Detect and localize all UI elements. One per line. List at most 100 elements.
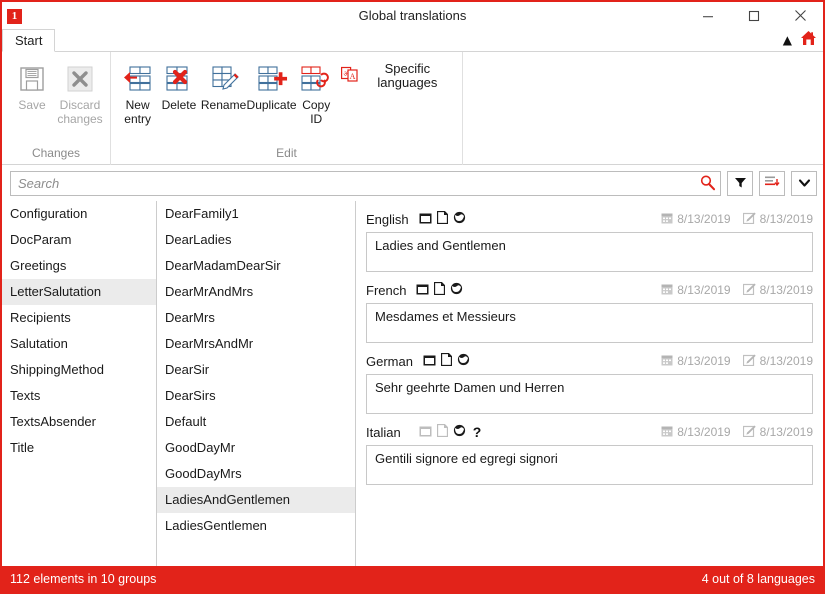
rename-icon — [207, 61, 241, 97]
calendar-icon — [661, 354, 673, 369]
new-entry-icon — [121, 61, 155, 97]
document-icon[interactable] — [436, 210, 448, 227]
created-date: 8/13/2019 — [677, 212, 731, 226]
group-list-item[interactable]: Recipients — [2, 305, 156, 331]
language-value-input[interactable]: Mesdames et Messieurs — [366, 303, 813, 343]
window-icon[interactable] — [416, 283, 429, 298]
modified-date: 8/13/2019 — [759, 354, 813, 368]
language-meta: 8/13/2019 8/13/2019 — [661, 212, 813, 227]
minimize-icon — [703, 15, 713, 17]
document-icon[interactable] — [434, 281, 446, 298]
group-list-item[interactable]: Texts — [2, 383, 156, 409]
globe-icon[interactable] — [450, 282, 463, 298]
language-header: German 8/13/2019 8/13/2019 — [366, 351, 813, 371]
group-list-item[interactable]: DocParam — [2, 227, 156, 253]
delete-button[interactable]: Delete — [158, 58, 199, 112]
entry-list-item[interactable]: DearSir — [157, 357, 355, 383]
created-date: 8/13/2019 — [677, 354, 731, 368]
window-icon[interactable] — [423, 354, 436, 369]
search-input[interactable] — [18, 173, 699, 194]
window-icon[interactable] — [419, 425, 432, 440]
entries-list[interactable]: DearFamily1 DearLadies DearMadamDearSir … — [157, 201, 356, 566]
language-name: German — [366, 353, 413, 369]
search-box[interactable] — [10, 171, 721, 196]
new-entry-button-label: New entry — [124, 98, 151, 126]
status-right-text: 4 out of 8 languages — [701, 572, 815, 586]
group-list-item[interactable]: Title — [2, 435, 156, 461]
duplicate-button[interactable]: Duplicate — [246, 58, 297, 112]
copy-id-button[interactable]: Copy ID — [296, 58, 337, 126]
entry-list-item[interactable]: GoodDayMr — [157, 435, 355, 461]
search-icon[interactable] — [699, 174, 716, 194]
globe-icon[interactable] — [453, 424, 466, 440]
tab-start[interactable]: Start — [2, 29, 56, 52]
entry-list-item[interactable]: DearFamily1 — [157, 201, 355, 227]
app-window: 1 Global translations Start ▲ Save Disca… — [0, 0, 825, 594]
sort-button[interactable] — [759, 171, 785, 196]
svg-text:A: A — [349, 72, 355, 81]
language-name: French — [366, 282, 407, 298]
ribbon-group-changes: Save Discard changes Changes — [2, 52, 110, 165]
specific-languages-label: Specific languages — [377, 61, 438, 90]
entry-list-item[interactable]: DearSirs — [157, 383, 355, 409]
globe-icon[interactable] — [457, 353, 470, 369]
copy-id-icon — [299, 61, 333, 97]
language-block-italian: Italian ? 8/13/2019 8/13/2019 Gentili si… — [366, 422, 813, 485]
groups-list[interactable]: Configuration DocParam Greetings LetterS… — [2, 201, 157, 566]
language-value-input[interactable]: Sehr geehrte Damen und Herren — [366, 374, 813, 414]
more-options-button[interactable] — [791, 171, 817, 196]
delete-icon — [162, 61, 196, 97]
entry-list-item[interactable]: Default — [157, 409, 355, 435]
home-icon[interactable] — [800, 30, 817, 49]
detail-pane: English 8/13/2019 8/13/2019 Ladies and G… — [356, 201, 823, 566]
question-icon[interactable]: ? — [473, 425, 482, 439]
specific-languages-icon: अ A — [340, 66, 358, 86]
entry-list-item[interactable]: DearLadies — [157, 227, 355, 253]
language-meta: 8/13/2019 8/13/2019 — [661, 425, 813, 440]
language-value-input[interactable]: Gentili signore ed egregi signori — [366, 445, 813, 485]
group-list-item[interactable]: Salutation — [2, 331, 156, 357]
duplicate-button-label: Duplicate — [246, 98, 297, 112]
language-meta: 8/13/2019 8/13/2019 — [661, 354, 813, 369]
ribbon-group-edit-label: Edit — [276, 146, 297, 160]
language-block-german: German 8/13/2019 8/13/2019 Sehr geehrte … — [366, 351, 813, 414]
document-icon[interactable] — [440, 352, 453, 369]
language-status-icons: ? — [419, 423, 482, 440]
close-icon — [794, 10, 806, 21]
group-list-item[interactable]: ShippingMethod — [2, 357, 156, 383]
language-block-french: French 8/13/2019 8/13/2019 Mesdames et M… — [366, 280, 813, 343]
globe-icon[interactable] — [453, 211, 466, 227]
close-button[interactable] — [777, 2, 823, 29]
entry-list-item[interactable]: DearMrAndMrs — [157, 279, 355, 305]
delete-button-label: Delete — [161, 98, 197, 112]
chevron-up-icon[interactable]: ▲ — [783, 34, 792, 46]
group-list-item[interactable]: Configuration — [2, 201, 156, 227]
group-list-item-selected[interactable]: LetterSalutation — [2, 279, 156, 305]
status-bar: 112 elements in 10 groups 4 out of 8 lan… — [2, 566, 823, 592]
entry-list-item[interactable]: DearMrsAndMr — [157, 331, 355, 357]
language-header: French 8/13/2019 8/13/2019 — [366, 280, 813, 300]
entry-list-item-selected[interactable]: LadiesAndGentlemen — [157, 487, 355, 513]
sort-descending-icon — [764, 175, 780, 192]
group-list-item[interactable]: TextsAbsender — [2, 409, 156, 435]
document-icon[interactable] — [436, 423, 448, 440]
ribbon: Save Discard changes Changes New entry D… — [2, 52, 823, 165]
entry-list-item[interactable]: DearMadamDearSir — [157, 253, 355, 279]
discard-changes-button[interactable]: Discard changes — [56, 58, 104, 126]
specific-languages-button[interactable]: अ A Specific languages — [337, 58, 456, 94]
discard-x-icon — [65, 61, 95, 97]
group-list-item[interactable]: Greetings — [2, 253, 156, 279]
new-entry-button[interactable]: New entry — [117, 58, 158, 126]
entry-list-item[interactable]: GoodDayMrs — [157, 461, 355, 487]
maximize-button[interactable] — [731, 2, 777, 29]
window-icon[interactable] — [419, 212, 432, 227]
minimize-button[interactable] — [685, 2, 731, 29]
save-button[interactable]: Save — [8, 58, 56, 112]
entry-list-item[interactable]: DearMrs — [157, 305, 355, 331]
language-block-english: English 8/13/2019 8/13/2019 Ladies and G… — [366, 209, 813, 272]
entry-list-item[interactable]: LadiesGentlemen — [157, 513, 355, 539]
filter-button[interactable] — [727, 171, 753, 196]
rename-button[interactable]: Rename — [200, 58, 248, 112]
language-header: English 8/13/2019 8/13/2019 — [366, 209, 813, 229]
language-value-input[interactable]: Ladies and Gentlemen — [366, 232, 813, 272]
